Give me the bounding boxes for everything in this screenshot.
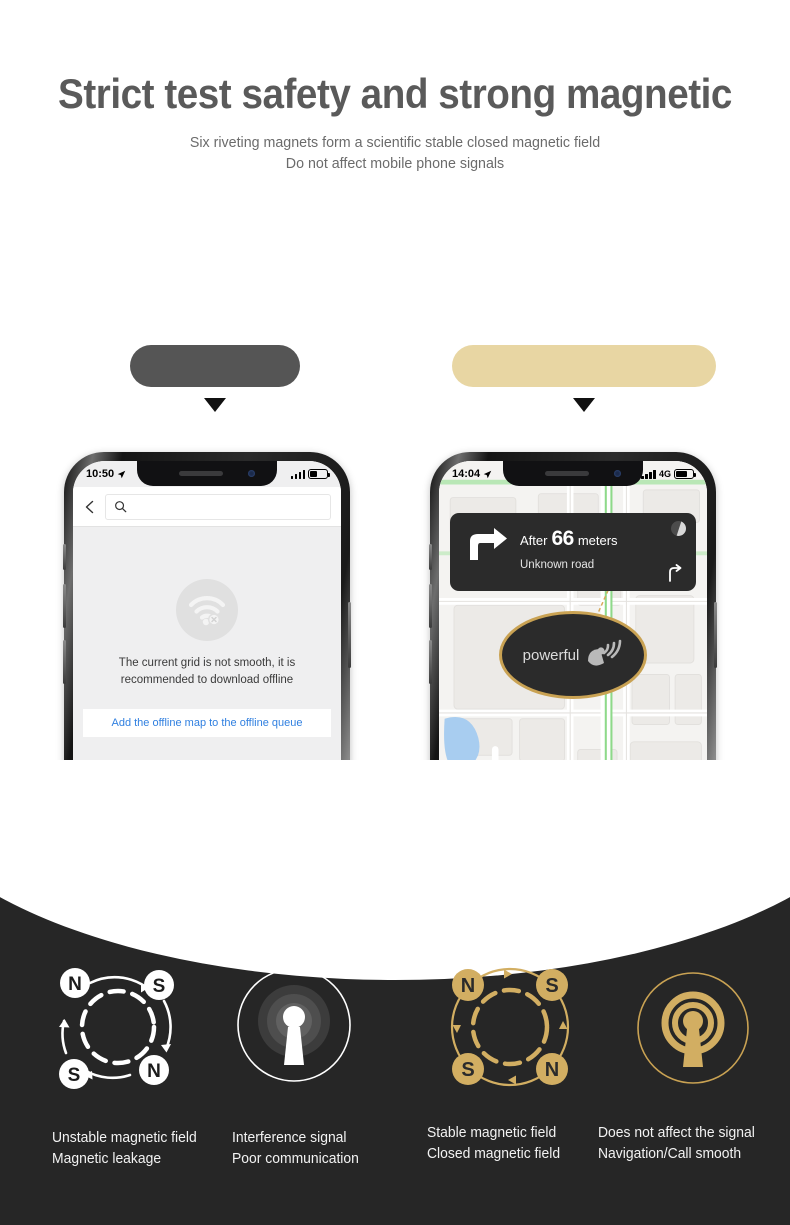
mute-switch[interactable]	[63, 544, 66, 570]
nav-road-name: Unknown road	[520, 559, 595, 571]
pole-label-s4: S	[461, 1059, 474, 1081]
compass-icon[interactable]	[671, 521, 686, 536]
notch	[137, 461, 277, 486]
wifi-off-glyph	[188, 596, 226, 626]
feature-label-4: Does not affect the signal Navigation/Ca…	[598, 1123, 755, 1165]
status-indicators-right: 4G	[641, 469, 696, 479]
offline-message-line-1: The current grid is not smooth, it is	[118, 657, 296, 669]
volume-up-button[interactable]	[63, 584, 66, 628]
offline-empty-state: The current grid is not smooth, it is re…	[73, 579, 341, 689]
add-offline-map-button[interactable]: Add the offline map to the offline queue	[83, 709, 331, 737]
pole-label-n1: N	[68, 974, 82, 995]
arrow-down-icon-right	[573, 398, 595, 412]
back-chevron-icon[interactable]	[83, 500, 97, 514]
volume-down-button-right[interactable]	[429, 640, 432, 684]
nav-distance-line: After 66 meters	[520, 527, 618, 551]
pole-label-s1: S	[153, 976, 166, 997]
search-icon	[115, 501, 127, 513]
feature-label-2-line-2: Poor communication	[232, 1151, 359, 1167]
location-arrow-icon	[117, 470, 126, 478]
feature-label-2: Interference signal Poor communication	[232, 1128, 359, 1170]
feature-label-2-line-1: Interference signal	[232, 1130, 347, 1146]
front-camera-icon-right	[614, 470, 621, 477]
status-time: 10:50	[86, 468, 115, 480]
earpiece-speaker-icon	[179, 471, 223, 476]
phone-right: 14:04 4G After 66 meters Unknown road po…	[429, 452, 717, 922]
header: Strict test safety and strong magnetic S…	[0, 0, 790, 174]
navigation-card: After 66 meters Unknown road	[450, 513, 696, 591]
feature-label-4-line-2: Navigation/Call smooth	[598, 1146, 742, 1162]
power-button[interactable]	[348, 602, 351, 668]
feature-label-4-line-1: Does not affect the signal	[598, 1125, 755, 1141]
volume-up-button-right[interactable]	[429, 584, 432, 628]
battery-icon-right	[674, 469, 696, 479]
feature-interference-signal	[234, 965, 354, 1090]
volume-down-button[interactable]	[63, 640, 66, 684]
gold-magnet-pill	[452, 345, 716, 387]
clear-signal-tower-icon	[637, 972, 749, 1084]
next-turn-icon	[669, 564, 682, 582]
location-arrow-icon-right	[483, 470, 492, 478]
subtitle-line-1: Six riveting magnets form a scientific s…	[189, 134, 601, 151]
stable-magnetic-field-icon: N S S N	[450, 967, 570, 1087]
subtitle-block: Six riveting magnets form a scientific s…	[0, 132, 790, 174]
mute-switch-right[interactable]	[429, 544, 432, 570]
front-camera-icon	[248, 470, 255, 477]
powerful-badge: powerful	[499, 611, 647, 699]
network-type-label: 4G	[658, 469, 671, 479]
powerful-label: powerful	[522, 646, 580, 664]
earpiece-speaker-icon-right	[545, 471, 589, 476]
status-indicators-left	[290, 469, 330, 479]
notch-right	[503, 461, 643, 486]
offline-message-line-2: recommended to download offline	[120, 674, 294, 686]
feature-label-3-line-1: Stable magnetic field	[427, 1125, 557, 1141]
subtitle-line-2: Do not affect mobile phone signals	[285, 155, 505, 172]
phone-left-screen: 10:50 The current grid is not smooth, it…	[73, 461, 341, 913]
interference-signal-tower-icon	[237, 968, 351, 1082]
search-input[interactable]	[105, 493, 331, 520]
unstable-magnetic-field-icon: N S S N	[59, 968, 174, 1089]
feature-stable-magnetic-field: N S S N	[440, 957, 580, 1102]
feature-label-3: Stable magnetic field Closed magnetic fi…	[427, 1123, 560, 1165]
phone-right-screen: 14:04 4G After 66 meters Unknown road po…	[439, 461, 707, 913]
page-title: Strict test safety and strong magnetic	[58, 70, 732, 117]
feature-label-1: Unstable magnetic field Magnetic leakage	[52, 1128, 197, 1170]
power-button-right[interactable]	[714, 602, 717, 668]
nav-prefix: After	[520, 533, 548, 548]
infographic-page: Strict test safety and strong magnetic S…	[0, 0, 790, 1225]
turn-right-icon	[470, 528, 507, 560]
feature-label-3-line-2: Closed magnetic field	[427, 1146, 561, 1162]
wifi-off-icon	[176, 579, 238, 641]
offline-message: The current grid is not smooth, it is re…	[97, 655, 317, 689]
nav-distance-unit: meters	[577, 533, 618, 548]
pole-label-n3: N	[461, 975, 475, 997]
satellite-dish-icon	[588, 639, 622, 666]
feature-clear-signal	[634, 969, 752, 1092]
phone-left: 10:50 The current grid is not smooth, it…	[63, 452, 351, 922]
dark-magnet-pill	[130, 345, 300, 387]
battery-icon	[308, 469, 330, 479]
arrow-down-icon-left	[204, 398, 226, 412]
pole-label-s3: S	[545, 975, 558, 997]
feature-label-1-line-1: Unstable magnetic field	[52, 1130, 197, 1146]
pole-label-s2: S	[68, 1065, 81, 1086]
signal-bars-icon	[290, 469, 305, 479]
feature-label-1-line-2: Magnetic leakage	[52, 1151, 162, 1167]
pole-label-n4: N	[545, 1059, 559, 1081]
feature-unstable-magnetic-field: N S S N	[48, 957, 188, 1102]
status-time-group: 10:50	[86, 468, 126, 480]
status-time-right: 14:04	[452, 468, 481, 480]
search-bar	[73, 487, 341, 527]
pole-label-n2: N	[147, 1061, 161, 1082]
status-time-group-right: 14:04	[452, 468, 492, 480]
nav-distance-value: 66	[551, 527, 574, 550]
signal-bars-icon-right	[641, 469, 656, 479]
